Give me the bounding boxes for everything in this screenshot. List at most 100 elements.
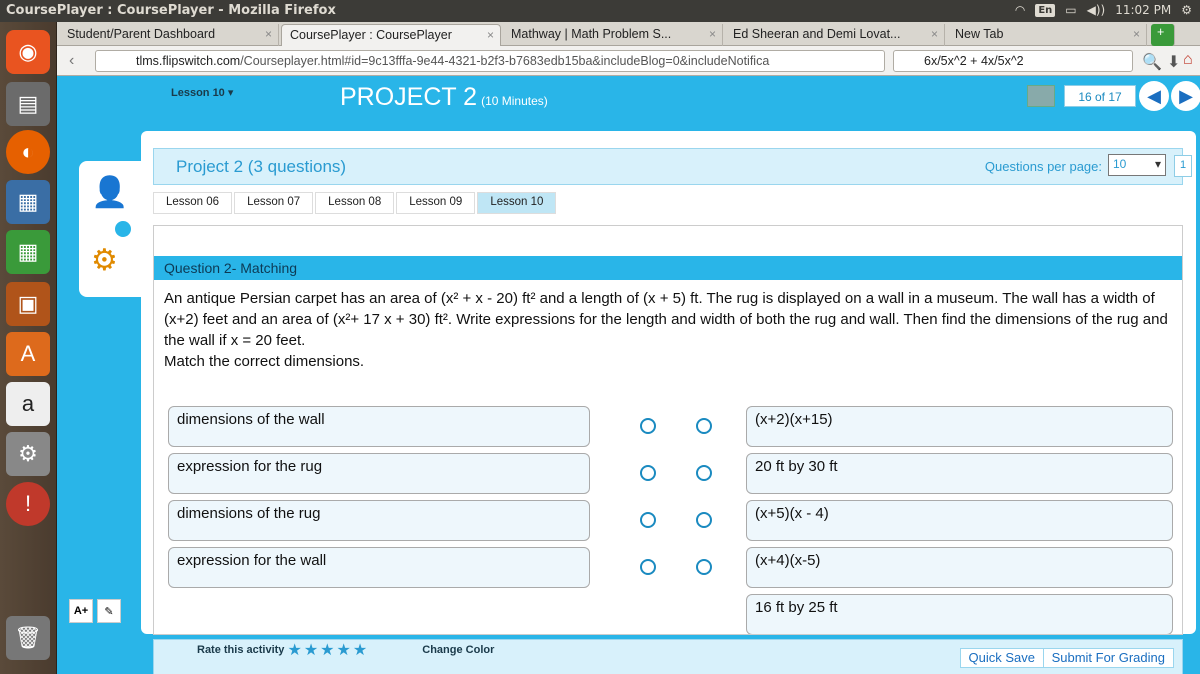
impress-icon[interactable]: ▣ bbox=[6, 282, 50, 326]
window-title: CoursePlayer : CoursePlayer - Mozilla Fi… bbox=[6, 3, 336, 18]
bottom-row: Rate this activity ★★★★★ Change Color bbox=[197, 640, 494, 660]
close-tab-icon[interactable]: × bbox=[265, 27, 272, 41]
download-icon[interactable]: ⬇ bbox=[1167, 52, 1180, 72]
question-panel: Question 2- Matching An antique Persian … bbox=[153, 225, 1183, 635]
files-icon[interactable]: ▤ bbox=[6, 82, 50, 126]
pencil-icon[interactable]: ✎ bbox=[97, 599, 121, 623]
firefox-icon[interactable]: ◐ bbox=[6, 130, 50, 174]
match-right-item[interactable]: 20 ft by 30 ft bbox=[746, 453, 1173, 494]
writer-icon[interactable]: ▦ bbox=[6, 180, 50, 224]
activity-thumbnail[interactable] bbox=[1027, 85, 1055, 107]
browser-nav-bar: ‹ tlms.flipswitch.com/Courseplayer.html#… bbox=[57, 46, 1200, 76]
tab-label: Ed Sheeran and Demi Lovat... bbox=[733, 27, 901, 41]
right-radio[interactable] bbox=[696, 418, 712, 434]
close-tab-icon[interactable]: × bbox=[1133, 27, 1140, 41]
back-icon[interactable]: ‹ bbox=[69, 52, 74, 70]
calc-icon[interactable]: ▦ bbox=[6, 230, 50, 274]
wifi-icon[interactable]: ◠ bbox=[1015, 3, 1025, 17]
crumb-lesson-06[interactable]: Lesson 06 bbox=[153, 192, 233, 214]
match-row: 16 ft by 25 ft bbox=[168, 594, 1173, 634]
tab-student-dashboard[interactable]: Student/Parent Dashboard × bbox=[59, 24, 279, 46]
close-tab-icon[interactable]: × bbox=[709, 27, 716, 41]
rate-label: Rate this activity bbox=[197, 644, 285, 656]
new-tab-button[interactable]: + bbox=[1151, 24, 1175, 46]
questions-per-page-select[interactable]: 10 ▾ bbox=[1108, 154, 1166, 176]
crumb-lesson-07[interactable]: Lesson 07 bbox=[234, 192, 314, 214]
match-row: dimensions of the rug (x+5)(x - 4) bbox=[168, 500, 1173, 541]
trash-icon[interactable]: 🗑 bbox=[6, 616, 50, 660]
system-settings-icon[interactable]: ⚙ bbox=[6, 432, 50, 476]
match-row: dimensions of the wall (x+2)(x+15) bbox=[168, 406, 1173, 447]
right-radio[interactable] bbox=[696, 465, 712, 481]
battery-icon[interactable]: ▭ bbox=[1065, 3, 1076, 17]
close-tab-icon[interactable]: × bbox=[487, 28, 494, 42]
tab-courseplayer[interactable]: CoursePlayer : CoursePlayer × bbox=[281, 24, 501, 46]
tab-youtube[interactable]: Ed Sheeran and Demi Lovat... × bbox=[725, 24, 945, 46]
activity-nav: ◀ ▶ bbox=[1139, 81, 1200, 111]
close-tab-icon[interactable]: × bbox=[931, 27, 938, 41]
dash-home-icon[interactable]: ◉ bbox=[6, 30, 50, 74]
url-bar[interactable]: tlms.flipswitch.com/Courseplayer.html#id… bbox=[95, 50, 885, 72]
font-size-button[interactable]: A+ bbox=[69, 599, 93, 623]
previous-arrow-icon[interactable]: ◀ bbox=[1139, 81, 1169, 111]
match-left-item[interactable]: expression for the rug bbox=[168, 453, 590, 494]
left-radio[interactable] bbox=[640, 465, 656, 481]
left-radio[interactable] bbox=[640, 559, 656, 575]
tab-label: Student/Parent Dashboard bbox=[67, 27, 216, 41]
tab-label: Mathway | Math Problem S... bbox=[511, 27, 672, 41]
match-left-item[interactable]: dimensions of the rug bbox=[168, 500, 590, 541]
url-domain: tlms.flipswitch.com bbox=[136, 54, 241, 68]
search-icon[interactable]: 🔍 bbox=[1142, 52, 1162, 72]
tab-label: CoursePlayer : CoursePlayer bbox=[290, 28, 452, 42]
qpp-value: 10 bbox=[1113, 157, 1127, 171]
match-right-item[interactable]: (x+2)(x+15) bbox=[746, 406, 1173, 447]
browser-tab-bar: Student/Parent Dashboard × CoursePlayer :… bbox=[57, 22, 1200, 46]
clock[interactable]: 11:02 PM bbox=[1115, 3, 1171, 17]
gears-icon[interactable]: ⚙ bbox=[91, 243, 118, 278]
match-row: expression for the wall (x+4)(x-5) bbox=[168, 547, 1173, 588]
next-arrow-icon[interactable]: ▶ bbox=[1171, 81, 1200, 111]
question-header: Question 2- Matching bbox=[154, 256, 1182, 280]
amazon-icon[interactable]: a bbox=[6, 382, 50, 426]
left-radio[interactable] bbox=[640, 512, 656, 528]
submit-for-grading-button[interactable]: Submit For Grading bbox=[1042, 648, 1174, 668]
quick-save-button[interactable]: Quick Save bbox=[959, 648, 1044, 668]
questions-per-page-label: Questions per page: bbox=[984, 159, 1102, 174]
settings-gear-icon[interactable]: ⚙ bbox=[1181, 3, 1192, 17]
change-color-button[interactable]: Change Color bbox=[422, 644, 494, 656]
match-left-item[interactable]: dimensions of the wall bbox=[168, 406, 590, 447]
home-icon[interactable]: ⌂ bbox=[1183, 51, 1193, 69]
match-right-item[interactable]: (x+5)(x - 4) bbox=[746, 500, 1173, 541]
keyboard-language[interactable]: En bbox=[1035, 3, 1056, 17]
match-right-item[interactable]: 16 ft by 25 ft bbox=[746, 594, 1173, 634]
project-duration: (10 Minutes) bbox=[481, 94, 548, 108]
crumb-lesson-09[interactable]: Lesson 09 bbox=[396, 192, 476, 214]
tab-label: New Tab bbox=[955, 27, 1004, 41]
match-right-item[interactable]: (x+4)(x-5) bbox=[746, 547, 1173, 588]
student-avatar-icon[interactable]: 👤 bbox=[91, 175, 128, 210]
left-radio[interactable] bbox=[640, 418, 656, 434]
question-text: An antique Persian carpet has an area of… bbox=[164, 288, 1174, 372]
crumb-lesson-10[interactable]: Lesson 10 bbox=[477, 192, 557, 214]
tab-mathway[interactable]: Mathway | Math Problem S... × bbox=[503, 24, 723, 46]
project-name: PROJECT 2 bbox=[340, 83, 478, 111]
page-number-button[interactable]: 1 bbox=[1174, 155, 1192, 177]
right-radio[interactable] bbox=[696, 559, 712, 575]
lesson-label: Lesson 10 bbox=[171, 87, 225, 99]
software-center-icon[interactable]: A bbox=[6, 332, 50, 376]
crumb-lesson-08[interactable]: Lesson 08 bbox=[315, 192, 395, 214]
toggle-indicator[interactable] bbox=[115, 221, 131, 237]
rating-stars[interactable]: ★★★★★ bbox=[287, 642, 369, 659]
os-top-panel: CoursePlayer : CoursePlayer - Mozilla Fi… bbox=[0, 0, 1200, 22]
project-title: PROJECT 2 (10 Minutes) bbox=[340, 83, 548, 112]
right-radio[interactable] bbox=[696, 512, 712, 528]
match-left-item[interactable]: expression for the wall bbox=[168, 547, 590, 588]
question-prompt: An antique Persian carpet has an area of… bbox=[164, 290, 1168, 349]
update-alert-icon[interactable]: ! bbox=[6, 482, 50, 526]
page-counter: 16 of 17 bbox=[1064, 85, 1136, 107]
volume-icon[interactable]: ◀)) bbox=[1087, 3, 1106, 17]
match-row: expression for the rug 20 ft by 30 ft bbox=[168, 453, 1173, 494]
tab-new-tab[interactable]: New Tab × bbox=[947, 24, 1147, 46]
search-bar[interactable]: 6x/5x^2 + 4x/5x^2 bbox=[893, 50, 1133, 72]
lesson-dropdown[interactable]: Lesson 10 ▾ bbox=[171, 86, 233, 99]
